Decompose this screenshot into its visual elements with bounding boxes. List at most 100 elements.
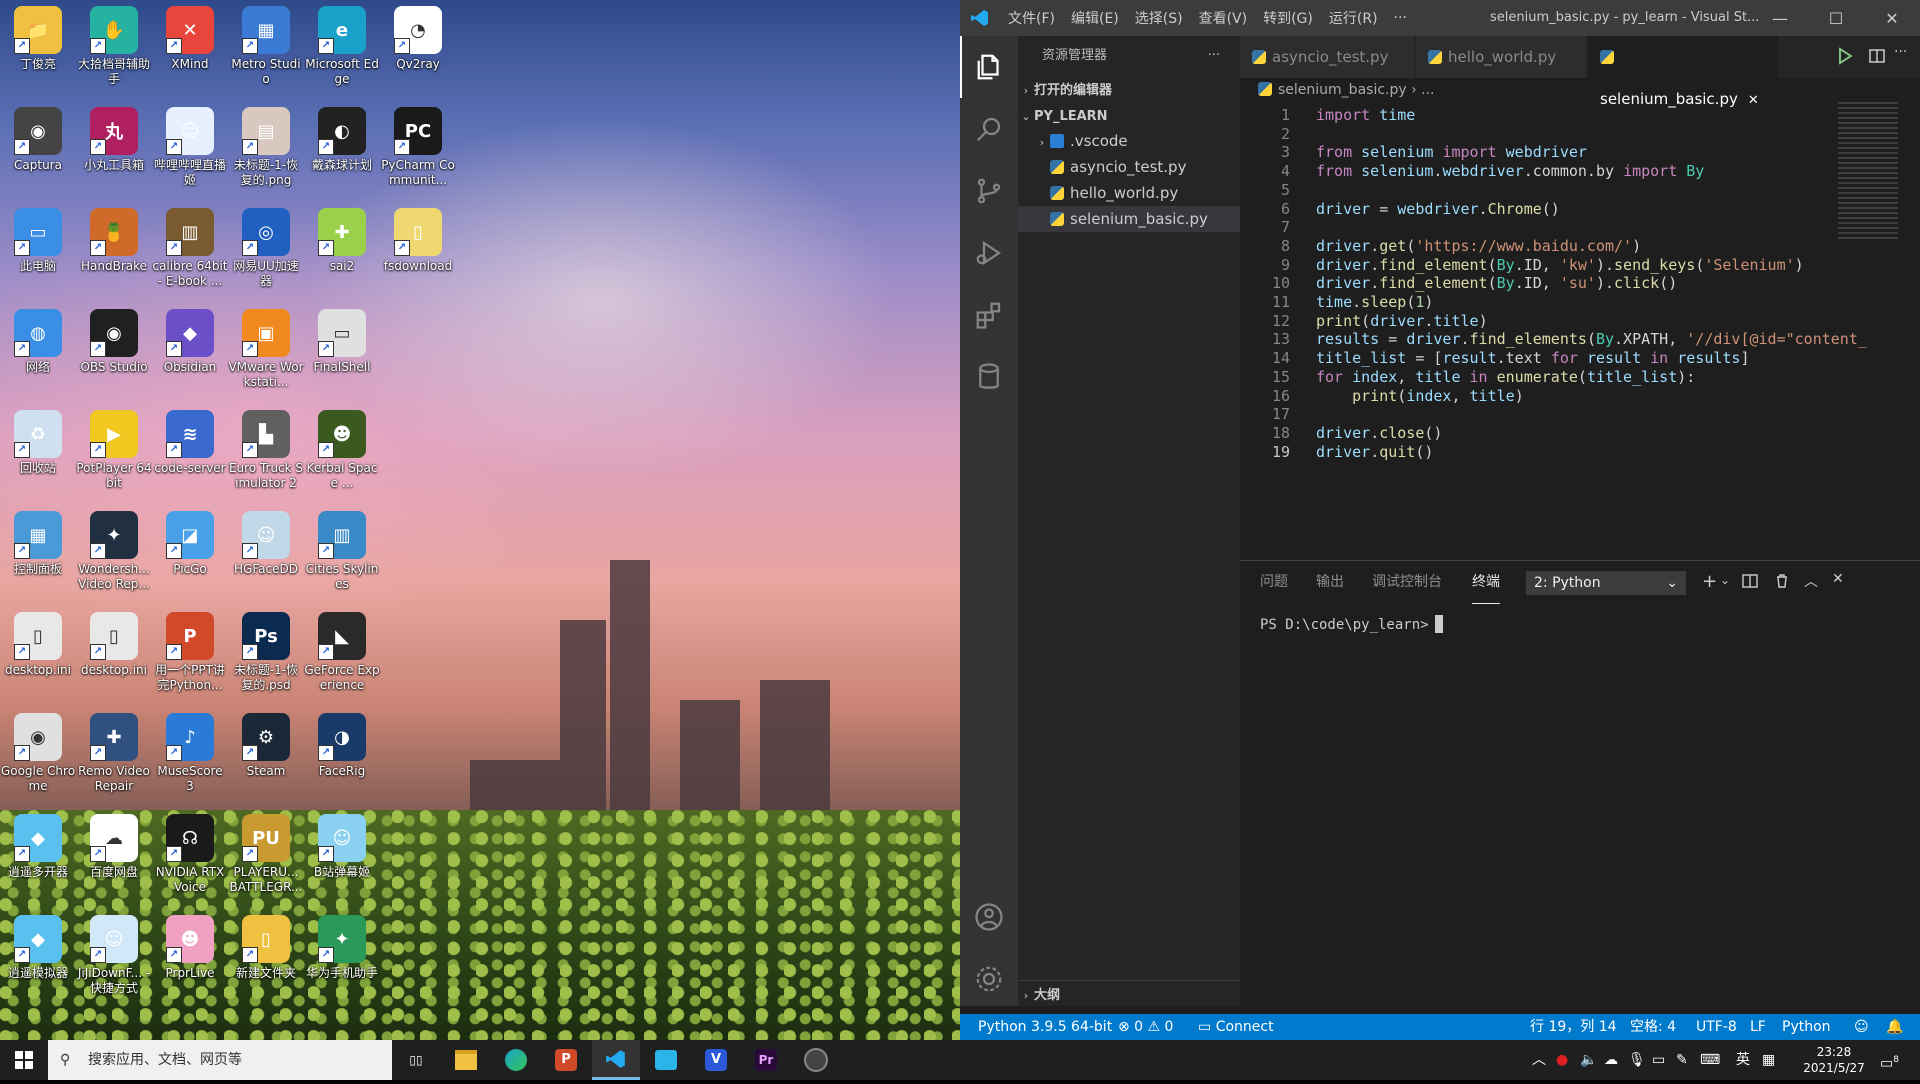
- desktop-icon[interactable]: ◆ ↗ 逍遥模拟器: [0, 911, 76, 1011]
- maximize-panel-icon[interactable]: ︿: [1804, 571, 1818, 591]
- desktop-icon[interactable]: ◑ ↗ FaceRig: [304, 709, 380, 809]
- desktop-icon[interactable]: ◆ ↗ 逍遥多开器: [0, 810, 76, 910]
- desktop-icon[interactable]: ◐ ↗ 戴森球计划: [304, 103, 380, 203]
- menu-edit[interactable]: 编辑(E): [1063, 8, 1127, 28]
- desktop-icon[interactable]: ▶ ↗ PotPlayer 64 bit: [76, 406, 152, 506]
- desktop-icon[interactable]: ✚ ↗ sai2: [304, 204, 380, 304]
- minimap[interactable]: [1838, 102, 1898, 242]
- desktop-icon[interactable]: ▦ ↗ 控制面板: [0, 507, 76, 607]
- code-line[interactable]: title_list = [result.text for result in …: [1316, 349, 1750, 367]
- desktop-icon[interactable]: PC ↗ PyCharm Communit...: [380, 103, 456, 203]
- desktop-icon[interactable]: ☺ ↗ 哔哩哔哩直播姬: [152, 103, 228, 203]
- code-editor[interactable]: 1 import time 2 3 from selenium import webdr…: [1240, 102, 1920, 560]
- desktop-icon[interactable]: ✋ ↗ 大拾档哥辅助手: [76, 2, 152, 102]
- desktop-icon[interactable]: ☁ ↗ 百度网盘: [76, 810, 152, 910]
- volume-icon[interactable]: 🔈: [1580, 1040, 1597, 1080]
- database-icon[interactable]: [960, 346, 1018, 408]
- language-mode[interactable]: Python: [1782, 1014, 1831, 1040]
- ime-mode-icon[interactable]: ▦: [1762, 1040, 1775, 1080]
- outline-section[interactable]: › 大纲: [1018, 980, 1240, 1007]
- tree-item-asyncio[interactable]: asyncio_test.py: [1018, 154, 1240, 180]
- editor-more-icon[interactable]: ···: [1894, 44, 1907, 60]
- split-terminal-icon[interactable]: [1742, 573, 1758, 592]
- open-editors-section[interactable]: › 打开的编辑器: [1018, 76, 1240, 102]
- code-line[interactable]: from selenium.webdriver.common.by import…: [1316, 162, 1704, 180]
- tab-asyncio-test[interactable]: asyncio_test.py: [1240, 36, 1414, 78]
- premiere-icon[interactable]: Pr: [742, 1040, 790, 1080]
- menu-more[interactable]: ···: [1386, 10, 1415, 26]
- account-icon[interactable]: [960, 886, 1018, 948]
- desktop-icon[interactable]: ▙ ↗ Euro Truck Simulator 2: [228, 406, 304, 506]
- desktop-icon[interactable]: ♪ ↗ MuseScore 3: [152, 709, 228, 809]
- extensions-icon[interactable]: [960, 284, 1018, 346]
- microphone-icon[interactable]: 🎙: [1628, 1040, 1646, 1080]
- desktop-icon[interactable]: ✚ ↗ Remo Video Repair: [76, 709, 152, 809]
- menu-file[interactable]: 文件(F): [1000, 8, 1063, 28]
- powerpoint-icon[interactable]: P: [542, 1040, 590, 1080]
- tray-expand-icon[interactable]: ︿: [1532, 1040, 1546, 1080]
- settings-gear-icon[interactable]: [960, 948, 1018, 1010]
- explorer-more-button[interactable]: ···: [1208, 36, 1220, 76]
- line-ending[interactable]: LF: [1750, 1014, 1766, 1040]
- code-line[interactable]: results = driver.find_elements(By.XPATH,…: [1316, 330, 1867, 348]
- notifications-bell-icon[interactable]: 🔔: [1886, 1014, 1903, 1040]
- desktop-icon[interactable]: ◎ ↗ 网易UU加速器: [228, 204, 304, 304]
- source-control-icon[interactable]: [960, 160, 1018, 222]
- tab-terminal[interactable]: 终端: [1472, 561, 1500, 604]
- desktop-icon[interactable]: P ↗ 用一个PPT讲完Python...: [152, 608, 228, 708]
- breadcrumb-rest[interactable]: › ...: [1411, 82, 1434, 98]
- desktop-icon[interactable]: ▯ ↗ fsdownload: [380, 204, 456, 304]
- tab-problems[interactable]: 问题: [1260, 561, 1288, 603]
- file-explorer-icon[interactable]: [442, 1040, 490, 1080]
- close-button[interactable]: ✕: [1864, 0, 1920, 36]
- desktop-icon[interactable]: ☺ ↗ B站弹幕姬: [304, 810, 380, 910]
- desktop-icon[interactable]: ✦ ↗ Wondersh... Video Rep...: [76, 507, 152, 607]
- obs-taskbar-icon[interactable]: [792, 1040, 840, 1080]
- split-editor-icon[interactable]: [1868, 47, 1886, 68]
- terminal-select[interactable]: 2: Python ⌄: [1526, 571, 1686, 595]
- desktop-icon[interactable]: ☊ ↗ NVIDIA RTX Voice: [152, 810, 228, 910]
- desktop-icon[interactable]: ▯ ↗ desktop.ini: [0, 608, 76, 708]
- pen-icon[interactable]: ✎: [1676, 1040, 1688, 1080]
- desktop-icon[interactable]: e ↗ Microsoft Edge: [304, 2, 380, 102]
- code-line[interactable]: from selenium import webdriver: [1316, 143, 1587, 161]
- desktop-icon[interactable]: ⚙ ↗ Steam: [228, 709, 304, 809]
- record-icon[interactable]: ●: [1556, 1040, 1568, 1080]
- action-center-icon[interactable]: ▭8: [1880, 1040, 1899, 1080]
- network-icon[interactable]: ▭: [1652, 1040, 1665, 1080]
- minimize-button[interactable]: —: [1752, 0, 1808, 36]
- desktop-icon[interactable]: ☻ ↗ PrprLive: [152, 911, 228, 1011]
- desktop-icon[interactable]: ☺ ↗ JiJiDownF... - 快捷方式: [76, 911, 152, 1011]
- close-panel-icon[interactable]: ✕: [1832, 571, 1844, 587]
- desktop-icon[interactable]: ◉ ↗ OBS Studio: [76, 305, 152, 405]
- terminal-output[interactable]: PS D:\code\py_learn>: [1260, 615, 1443, 633]
- desktop-icon[interactable]: ▥ ↗ Cities Skylines: [304, 507, 380, 607]
- ime-language[interactable]: 英: [1736, 1040, 1750, 1080]
- desktop-icon[interactable]: Ps ↗ 未标题-1-恢复的.psd: [228, 608, 304, 708]
- tab-hello-world[interactable]: hello_world.py: [1416, 36, 1586, 78]
- desktop-icon[interactable]: ◉ ↗ Google Chrome: [0, 709, 76, 809]
- search-icon[interactable]: [960, 98, 1018, 160]
- desktop-icon[interactable]: 🍍 ↗ HandBrake: [76, 204, 152, 304]
- start-windows-icon[interactable]: [0, 1040, 48, 1080]
- code-line[interactable]: driver.find_element(By.ID, 'su').click(): [1316, 274, 1677, 292]
- tree-item-hello-world[interactable]: hello_world.py: [1018, 180, 1240, 206]
- project-folder[interactable]: ⌄ PY_LEARN: [1018, 102, 1240, 128]
- desktop-icon[interactable]: ▭ ↗ FinalShell: [304, 305, 380, 405]
- tab-debug-console[interactable]: 调试控制台: [1372, 561, 1442, 603]
- desktop-icon[interactable]: ◔ ↗ Qv2ray: [380, 2, 456, 102]
- breadcrumb-file[interactable]: selenium_basic.py: [1278, 82, 1407, 98]
- code-line[interactable]: driver = webdriver.Chrome(): [1316, 200, 1560, 218]
- desktop-icon[interactable]: ◣ ↗ GeForce Experience: [304, 608, 380, 708]
- desktop-icon[interactable]: ▥ ↗ calibre 64bit - E-book ...: [152, 204, 228, 304]
- tab-output[interactable]: 输出: [1316, 561, 1344, 603]
- code-line[interactable]: print(driver.title): [1316, 312, 1488, 330]
- run-python-file-icon[interactable]: [1836, 47, 1854, 68]
- feedback-icon[interactable]: ☺: [1854, 1014, 1869, 1040]
- desktop-icon[interactable]: ▯ ↗ desktop.ini: [76, 608, 152, 708]
- desktop-icon[interactable]: ▤ ↗ 未标题-1-恢复的.png: [228, 103, 304, 203]
- desktop-icon[interactable]: ♻ ↗ 回收站: [0, 406, 76, 506]
- problems-count[interactable]: ⊗ 0 ⚠ 0: [1118, 1014, 1173, 1040]
- cursor-position[interactable]: 行 19，列 14: [1530, 1014, 1617, 1040]
- chevron-down-icon[interactable]: ⌄: [1720, 573, 1730, 587]
